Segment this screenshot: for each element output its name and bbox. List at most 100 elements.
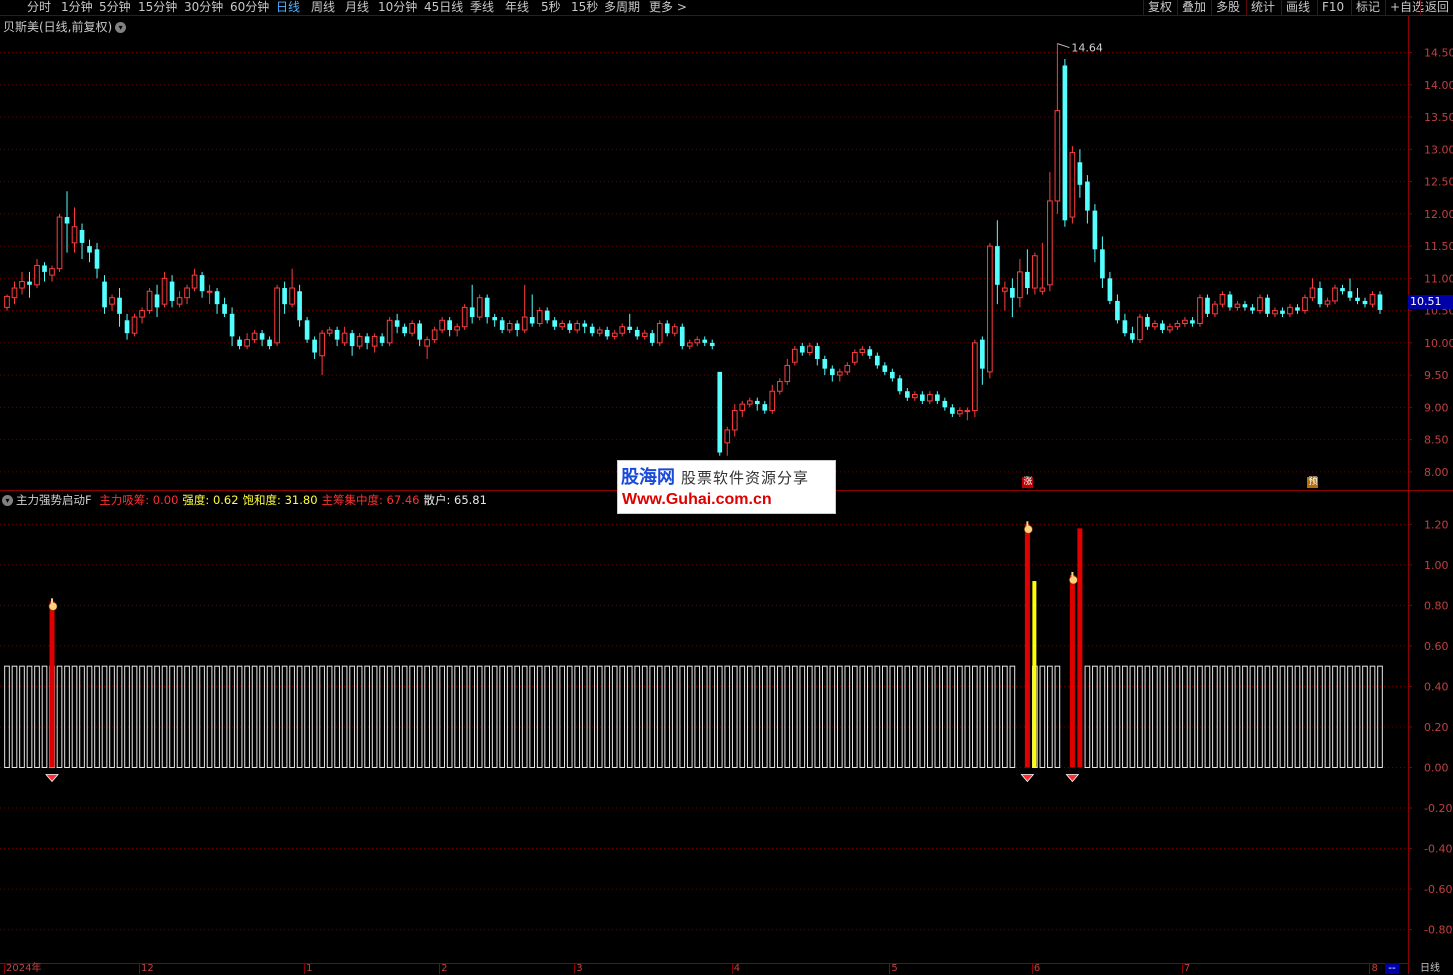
indicator-base-bar — [229, 665, 235, 768]
indicator-base-bar — [536, 665, 543, 768]
candle-up — [184, 287, 190, 299]
date-tick — [1369, 963, 1371, 974]
indicator-base-bar — [139, 665, 145, 768]
indicator-base-bar — [859, 665, 866, 768]
candle-up — [844, 364, 851, 373]
indicator-base-bar — [641, 665, 648, 768]
guhai-watermark: 股海网 股票软件资源分享 Www.Guhai.com.cn — [617, 460, 836, 514]
indicator-base-bar — [1369, 665, 1376, 768]
indicator-base-bar — [1242, 665, 1248, 768]
candle-up — [694, 339, 701, 344]
candle-down — [229, 313, 235, 337]
candle-up — [476, 297, 483, 318]
indicator-y-tick-label: 0.80 — [1424, 599, 1449, 612]
candle-up — [274, 287, 280, 344]
indicator-base-bar — [191, 665, 198, 768]
indicator-field-4: 散户: 65.81 — [423, 493, 487, 507]
candle-down — [402, 326, 407, 334]
main-y-tick-label: 9.50 — [1424, 369, 1449, 382]
indicator-y-tick-label: -0.60 — [1424, 883, 1452, 896]
main-y-tick-label: 12.00 — [1424, 208, 1453, 221]
candle-up — [34, 264, 40, 286]
candle-up — [1302, 297, 1308, 312]
candle-up — [927, 393, 933, 402]
candle-up — [1047, 200, 1053, 286]
signal-red-bar — [1069, 574, 1075, 768]
indicator-base-bar — [304, 665, 310, 768]
candle-down — [634, 329, 640, 337]
signal-red-bar — [49, 601, 55, 768]
date-tick — [4, 963, 5, 974]
axis-scroll-cell[interactable]: -- — [1385, 963, 1399, 974]
candle-up — [1054, 110, 1061, 202]
candle-up — [912, 393, 918, 399]
right-axis-line — [1408, 16, 1409, 974]
candle-up — [1032, 255, 1038, 289]
indicator-base-bar — [424, 665, 430, 768]
indicator-base-bar — [589, 665, 596, 768]
indicator-base-bar — [559, 665, 566, 768]
indicator-base-bar — [746, 665, 753, 768]
candle-up — [731, 410, 738, 431]
candle-down — [237, 339, 242, 347]
candle-down — [27, 281, 32, 285]
candle-up — [506, 323, 513, 331]
main-y-tick-label: 12.50 — [1424, 176, 1453, 189]
indicator-y-tick-label: 0.00 — [1424, 761, 1449, 774]
indicator-base-bar — [1354, 665, 1361, 768]
indicator-base-bar — [1189, 665, 1196, 768]
candle-up — [431, 329, 438, 341]
candle-down — [1362, 300, 1368, 305]
indicator-base-bar — [604, 665, 611, 768]
indicator-base-bar — [1272, 665, 1278, 768]
candle-up — [1272, 310, 1278, 315]
candle-up — [521, 316, 528, 331]
candle-down — [1280, 310, 1285, 314]
indicator-base-bar — [799, 665, 806, 768]
indicator-base-bar — [341, 665, 348, 768]
indicator-base-bar — [1092, 665, 1098, 768]
candle-down — [514, 323, 520, 330]
date-tick — [1181, 963, 1183, 974]
indicator-base-bar — [1174, 665, 1181, 768]
date-label-0: 2024年 — [6, 963, 42, 974]
candle-up — [146, 290, 153, 312]
indicator-base-bar — [521, 665, 528, 768]
candle-down — [267, 339, 272, 347]
candle-down — [297, 291, 302, 321]
watermark-url: Www.Guhai.com.cn — [622, 491, 772, 508]
indicator-base-bar — [942, 665, 948, 768]
indicator-base-bar — [64, 665, 70, 768]
candle-down — [222, 304, 227, 314]
signal-yellow-bar — [1032, 581, 1037, 768]
candle-down — [199, 275, 205, 292]
indicator-base-bar — [19, 665, 25, 768]
candle-down — [709, 342, 715, 347]
main-y-tick-label: 14.00 — [1424, 79, 1453, 92]
indicator-base-bar — [694, 665, 701, 768]
indicator-field-1: 强度: 0.62 — [182, 493, 239, 507]
indicator-base-bar — [386, 665, 393, 768]
candle-up — [776, 381, 783, 392]
indicator-base-bar — [41, 665, 48, 768]
indicator-base-bar — [716, 665, 723, 768]
candle-up — [784, 364, 791, 383]
indicator-base-bar — [1204, 665, 1211, 768]
indicator-y-tick-label: 0.40 — [1424, 680, 1449, 693]
candle-down — [349, 333, 355, 347]
indicator-base-bar — [1047, 665, 1053, 768]
main-y-tick-label: 11.00 — [1424, 272, 1453, 285]
indicator-base-bar — [124, 665, 130, 768]
date-axis — [0, 963, 1408, 975]
candle-down — [1340, 288, 1345, 292]
candle-up — [386, 319, 393, 344]
date-label-2: 1 — [306, 963, 313, 974]
indicator-base-bar — [851, 665, 858, 768]
indicator-menu-icon[interactable]: ▾ — [2, 495, 13, 506]
candle-up — [739, 403, 746, 412]
indicator-base-bar — [709, 665, 716, 768]
candle-down — [469, 307, 475, 318]
period-indicator[interactable]: 日线 — [1420, 963, 1440, 974]
candle-down — [589, 326, 595, 334]
candle-down — [552, 320, 558, 327]
